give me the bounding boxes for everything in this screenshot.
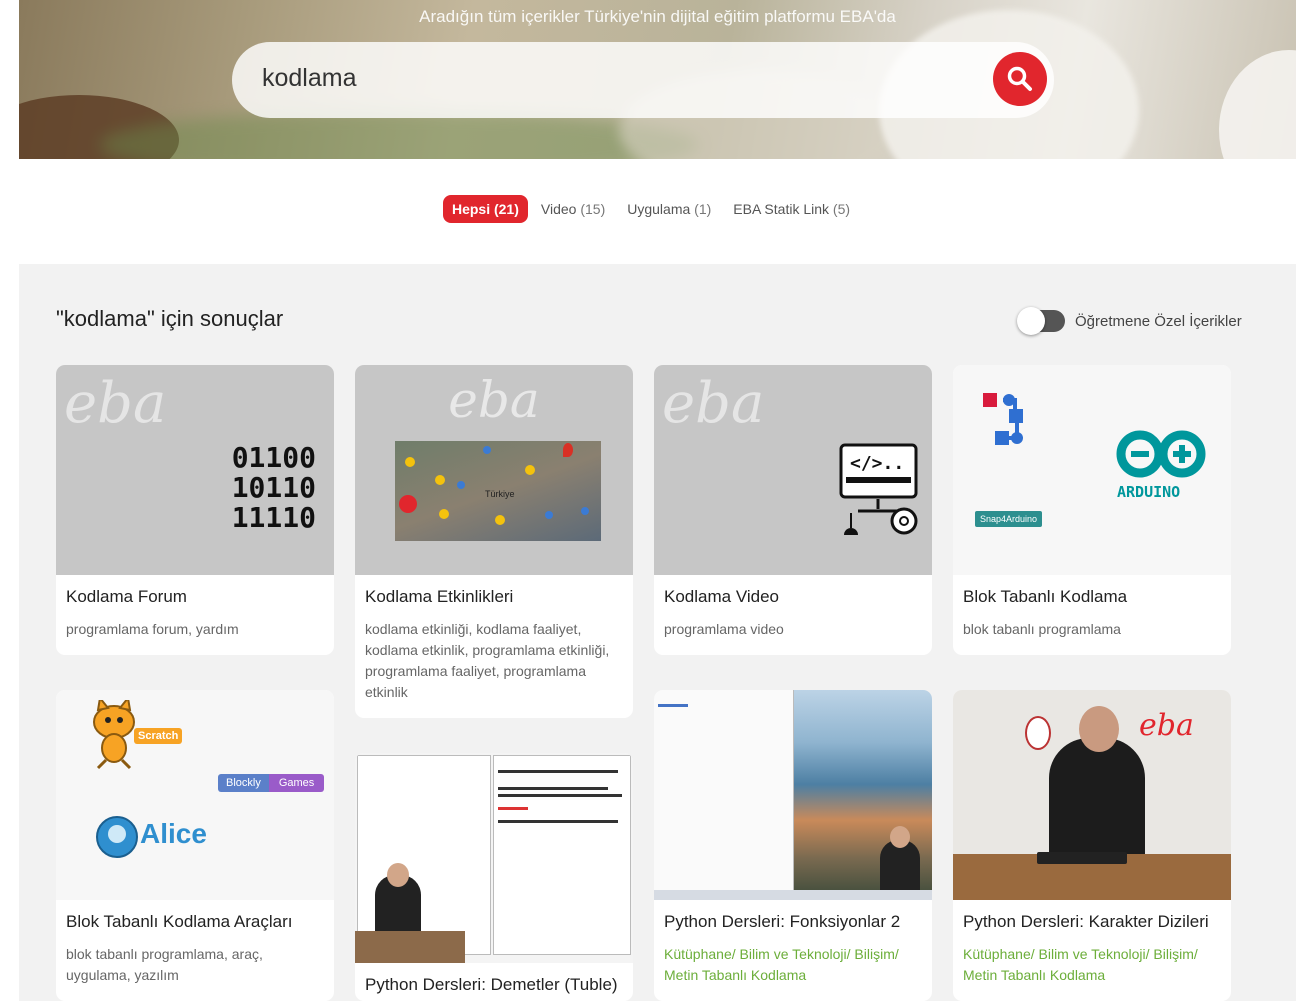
search-input[interactable] [262,64,962,93]
card-title[interactable]: Python Dersleri: Demetler (Tuble) [365,975,623,995]
blockly-label: Blockly [218,774,269,792]
editor-window-right [493,755,631,955]
tab-video[interactable]: Video (15) [532,195,614,223]
tab-eba-statik-link[interactable]: EBA Statik Link (5) [724,195,859,223]
results-title: "kodlama" için sonuçlar [56,306,284,331]
binary-line: 01100 [231,441,316,474]
hero-tagline: Aradığın tüm içerikler Türkiye'nin dijit… [419,7,896,26]
result-card[interactable]: eba Python Dersleri: Karakter Dizileri K… [953,690,1231,1001]
tab-count: (15) [580,201,606,217]
tab-hepsi[interactable]: Hepsi (21) [442,195,528,223]
result-card[interactable]: Python Dersleri: Fonksiyonlar 2 Kütüphan… [654,690,932,1001]
filter-tabs: Hepsi (21) Video (15) Uygulama (1) EBA S… [0,195,1302,223]
card-thumbnail: eba </>.. [654,365,932,575]
toggle-label: Öğretmene Özel İçerikler [1075,312,1242,330]
arduino-label: ARDUINO [1117,483,1181,501]
tab-label: EBA Statik Link [733,201,830,217]
desk [355,931,465,963]
eba-logo-watermark: eba [64,371,167,436]
card-tags: programlama video [664,621,784,637]
card-thumbnail: ARDUINO Snap4Arduino [953,365,1231,575]
alice-label: Alice [140,818,207,849]
search-button[interactable] [993,52,1047,106]
eba-logo-watermark: eba [448,371,540,429]
card-title[interactable]: Kodlama Video [664,587,922,607]
card-thumbnail [654,690,932,900]
taskbar [654,890,932,900]
tab-label: Hepsi [451,201,491,217]
card-thumbnail [355,753,633,963]
card-title[interactable]: Kodlama Forum [66,587,324,607]
search-bar [232,42,1054,118]
tab-label: Uygulama [627,201,691,217]
editor-window [654,690,794,900]
games-label: Games [268,774,325,792]
card-category-path[interactable]: Kütüphane/ Bilim ve Teknoloji/ Bilişim/ … [963,944,1221,986]
card-thumbnail: eba Türkiye [355,365,633,575]
tab-count: (5) [832,201,851,217]
meb-emblem-icon [1025,716,1051,750]
tab-label: Video [540,201,577,217]
binary-line: 10110 [231,471,316,504]
presenter-figure [1049,738,1145,868]
tab-count: (21) [493,201,519,217]
eba-logo-watermark: eba [1139,708,1194,743]
binary-graphic: 01100 10110 11110 [232,443,316,533]
result-card[interactable]: ARDUINO Snap4Arduino Blok Tabanlı Kodlam… [953,365,1231,655]
snap4arduino-label: Snap4Arduino [975,511,1043,527]
card-tags: blok tabanlı programlama [963,621,1121,637]
result-card[interactable]: eba </>.. Kodlama Video programlama vide… [654,365,932,655]
scratch-label: Scratch [134,728,183,744]
results-section: "kodlama" için sonuçlar Öğretmene Özel İ… [19,264,1296,1001]
teacher-content-toggle-row: Öğretmene Özel İçerikler [1017,307,1242,335]
teacher-content-toggle[interactable] [1017,307,1065,335]
map-label: Türkiye [485,489,515,499]
blockly-games-logo: Blockly Games [218,774,325,792]
turkey-map-image: Türkiye [395,441,601,541]
binary-line: 11110 [231,501,316,534]
presenter-figure [880,840,920,896]
tab-count: (1) [694,201,712,217]
card-title[interactable]: Blok Tabanlı Kodlama [963,587,1221,607]
card-tags: blok tabanlı programlama, araç, uygulama… [66,946,263,983]
result-card[interactable]: eba Türkiye Kodlama Etkinlikleri kodlama… [355,365,633,718]
eba-logo-watermark: eba [662,371,765,436]
card-title[interactable]: Blok Tabanlı Kodlama Araçları [66,912,324,932]
tab-uygulama[interactable]: Uygulama (1) [618,195,720,223]
block-flow-icon [983,393,1023,445]
hero-bg-shape [1219,50,1296,159]
card-thumbnail: Scratch Blockly Games Alice [56,690,334,900]
card-title[interactable]: Python Dersleri: Karakter Dizileri [963,912,1221,932]
card-thumbnail: eba [953,690,1231,900]
card-title[interactable]: Python Dersleri: Fonksiyonlar 2 [664,912,922,932]
card-title[interactable]: Kodlama Etkinlikleri [365,587,623,607]
result-card[interactable]: eba 01100 10110 11110 Kodlama Forum prog… [56,365,334,655]
toggle-knob [1017,307,1045,335]
arduino-logo-icon [1116,430,1206,478]
card-tags: programlama forum, yardım [66,621,239,637]
card-thumbnail: eba 01100 10110 11110 [56,365,334,575]
search-icon [1007,66,1032,91]
alice-logo-icon [96,816,138,858]
keyboard [1037,852,1127,864]
hero-banner: Aradığın tüm içerikler Türkiye'nin dijit… [19,0,1296,159]
code-symbol: </>.. [850,453,905,474]
result-card[interactable]: Python Dersleri: Demetler (Tuble) [355,753,633,1001]
result-card[interactable]: Scratch Blockly Games Alice Blok Tabanlı… [56,690,334,1001]
card-category-path[interactable]: Kütüphane/ Bilim ve Teknoloji/ Bilişim/ … [664,944,922,986]
card-tags: kodlama etkinliği, kodlama faaliyet, kod… [365,621,610,700]
